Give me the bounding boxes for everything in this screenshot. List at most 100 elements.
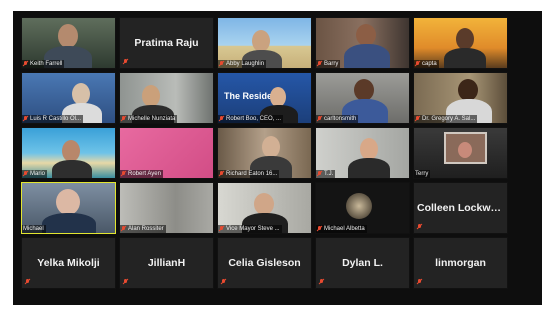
participant-name: Abby Laughlin [226,61,265,67]
participant-name: Luis R Castillo Ol... [30,116,82,122]
person-head [456,28,474,50]
participant-name: Pratima Raju [134,37,199,49]
participant-name: Yelka Mikolji [37,257,100,269]
participant-name: Colleen Lockwo... [417,202,506,214]
participant-label: Keith Farrell [22,60,65,68]
participant-name: Vice Mayor Steve ... [226,226,280,232]
person-head [56,189,80,215]
muted-mic-icon [123,59,128,65]
participant-label: Alan Rossiter [120,225,166,233]
participant-tile[interactable]: Vice Mayor Steve ... [217,182,312,234]
participant-tile[interactable]: Abby Laughlin [217,17,312,69]
participant-name: Dr. Gregory A. Sal... [422,116,476,122]
participant-name: Michael Albetta [324,226,365,232]
participant-tile[interactable]: Pratima Raju [119,17,214,69]
participant-tile[interactable]: Robert Ayen [119,127,214,179]
person-head [360,138,378,160]
participant-name: linmorgan [435,257,486,269]
participant-tile[interactable]: Colleen Lockwo... [413,182,508,234]
muted-mic-icon [219,61,224,67]
muted-mic-icon [219,171,224,177]
person-body [52,160,92,178]
person-head [458,142,472,158]
participant-label: capta [414,60,439,68]
person-head [72,83,90,105]
muted-mic-icon [319,279,324,285]
muted-mic-icon [25,279,30,285]
muted-mic-icon [219,226,224,232]
person-body [444,48,486,68]
person-head [458,79,478,101]
participant-label: Abby Laughlin [218,60,267,68]
person-head [252,30,270,52]
muted-mic-icon [121,226,126,232]
person-head [356,24,376,46]
muted-mic-icon [23,61,28,67]
participant-label: Michael [22,225,46,233]
participant-tile[interactable]: The Residen Robert Boo, CEO, ... [217,72,312,124]
participant-label: carltonsmith [316,115,359,123]
participant-tile[interactable]: Yelka Mikolji [21,237,116,289]
participant-label: Vice Mayor Steve ... [218,225,282,233]
participant-tile[interactable]: Celia Gisleson [217,237,312,289]
participant-tile[interactable]: Michelle Nunziata [119,72,214,124]
participant-tile[interactable]: linmorgan [413,237,508,289]
participant-name: Robert Ayen [128,171,161,177]
person-body [42,213,96,233]
participant-tile[interactable]: JillianH [119,237,214,289]
participant-label: Michael Albetta [316,225,367,233]
muted-mic-icon [317,226,322,232]
participant-name: Barry [324,61,339,67]
participant-name: Michael [23,226,44,232]
muted-mic-icon [317,61,322,67]
participant-tile[interactable]: Luis R Castillo Ol... [21,72,116,124]
participant-tile[interactable]: carltonsmith [315,72,410,124]
participant-label: Luis R Castillo Ol... [22,115,84,123]
person-body [348,158,390,178]
participant-label: Michelle Nunziata [120,115,178,123]
light-glow [346,193,372,219]
person-head [254,193,274,215]
participant-tile[interactable]: Terry [413,127,508,179]
participant-tile[interactable]: Keith Farrell [21,17,116,69]
person-head [262,136,280,158]
muted-mic-icon [415,116,420,122]
muted-mic-icon [123,279,128,285]
participant-label: Terry [414,170,431,178]
participant-tile[interactable]: Richard Eaton 16... [217,127,312,179]
participant-name: Mario [30,171,46,177]
participant-label: Robert Ayen [120,170,163,178]
muted-mic-icon [219,116,224,122]
participant-name: capta [422,61,437,67]
participant-name: Celia Gisleson [228,257,301,269]
participant-grid: Keith Farrell Pratima Raju Abby Laughlin… [21,17,518,289]
participant-name: carltonsmith [324,116,357,122]
participant-name: Alan Rossiter [128,226,164,232]
participant-tile[interactable]: Barry [315,17,410,69]
participant-tile[interactable]: Mario [21,127,116,179]
participant-tile-active-speaker[interactable]: Michael [21,182,116,234]
participant-tile[interactable]: T.J. [315,127,410,179]
person-head [62,140,80,162]
participant-name: JillianH [147,257,186,269]
participant-name: T.J. [324,171,334,177]
muted-mic-icon [317,116,322,122]
participant-label: Richard Eaton 16... [218,170,280,178]
person-head [354,79,374,101]
muted-mic-icon [415,61,420,67]
participant-label: Mario [22,170,48,178]
participant-tile[interactable]: Alan Rossiter [119,182,214,234]
participant-tile[interactable]: Dylan L. [315,237,410,289]
participant-label: T.J. [316,170,336,178]
participant-tile[interactable]: Michael Albetta [315,182,410,234]
participant-name: Keith Farrell [30,61,63,67]
muted-mic-icon [417,279,422,285]
person-head [142,85,160,107]
participant-tile[interactable]: Dr. Gregory A. Sal... [413,72,508,124]
participant-name: Dylan L. [342,257,383,269]
muted-mic-icon [121,171,126,177]
participant-tile[interactable]: capta [413,17,508,69]
muted-mic-icon [121,116,126,122]
participant-name: Richard Eaton 16... [226,171,278,177]
participant-label: Robert Boo, CEO, ... [218,115,284,123]
